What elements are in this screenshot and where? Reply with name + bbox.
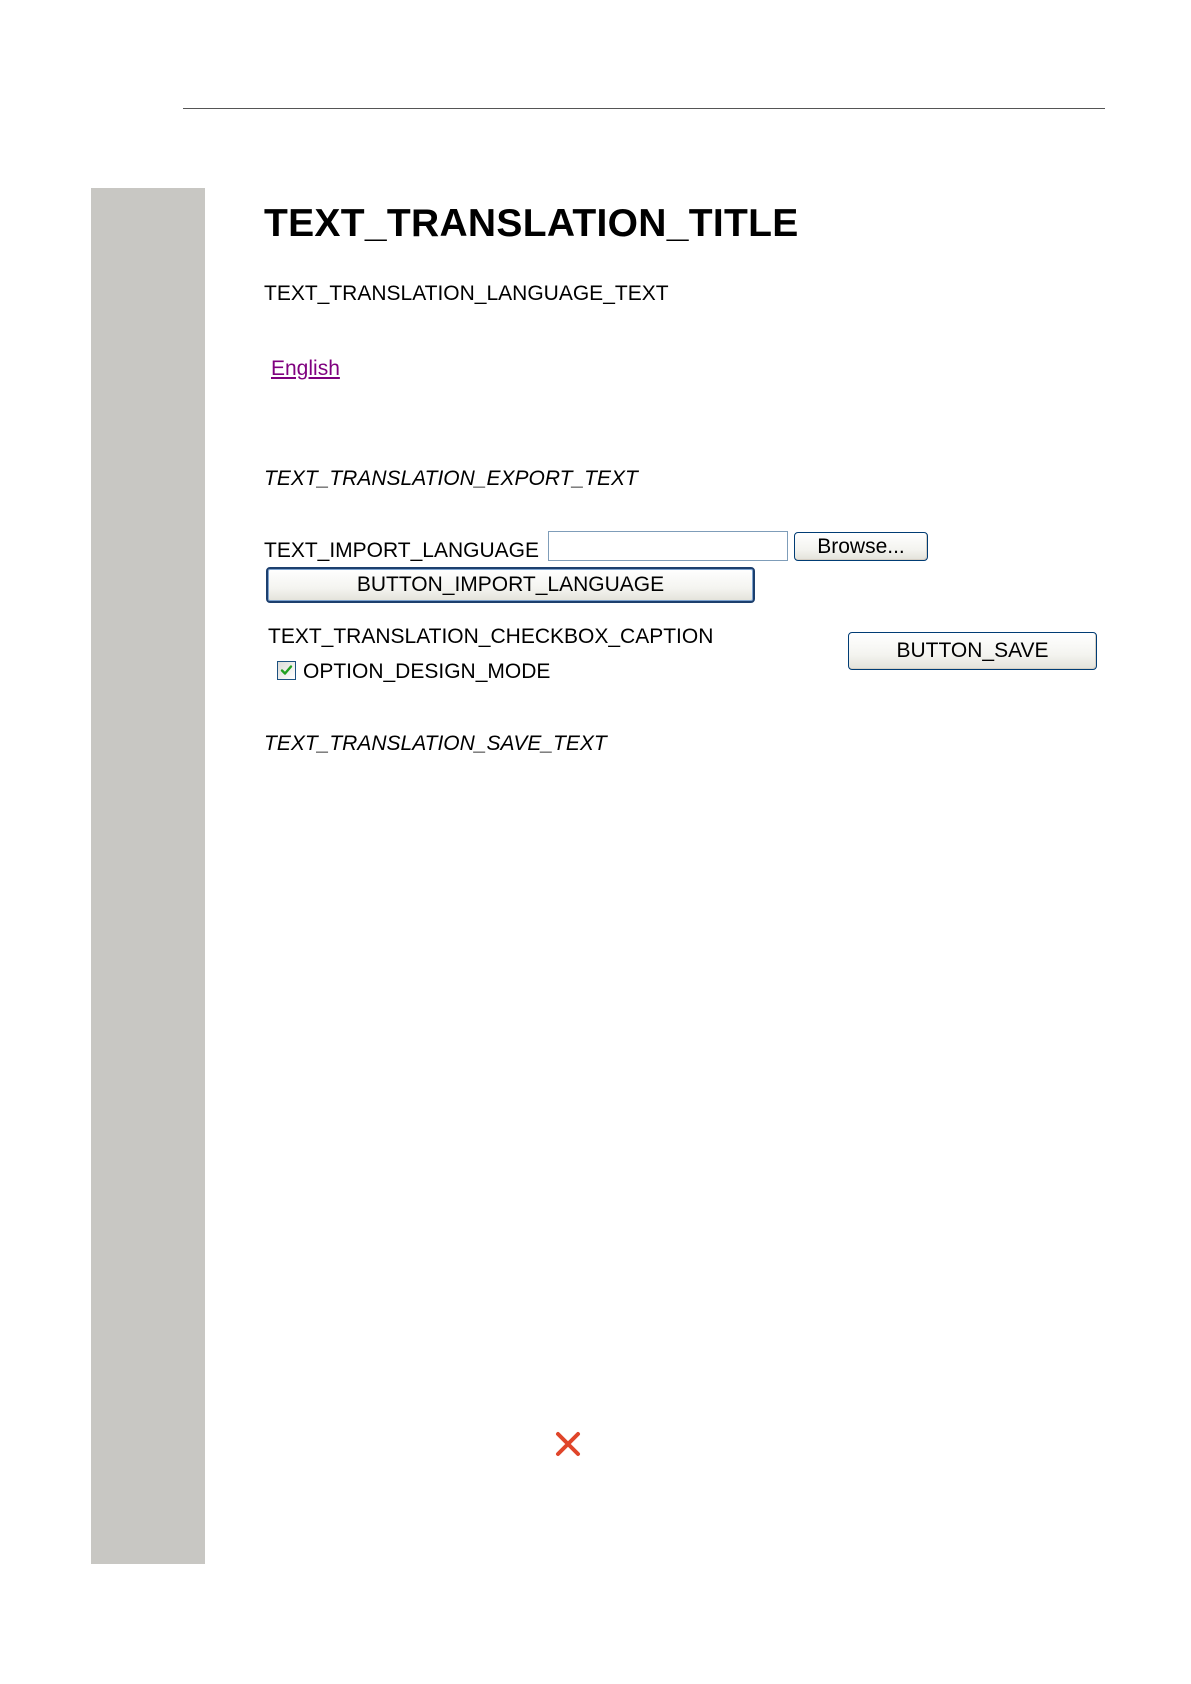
left-sidebar-bar bbox=[91, 188, 205, 1564]
import-language-label: TEXT_IMPORT_LANGUAGE bbox=[264, 539, 540, 562]
save-button[interactable]: BUTTON_SAVE bbox=[848, 632, 1097, 670]
checkbox-caption: TEXT_TRANSLATION_CHECKBOX_CAPTION bbox=[268, 625, 714, 648]
page-title: TEXT_TRANSLATION_TITLE bbox=[264, 202, 799, 245]
page: TEXT_TRANSLATION_TITLE TEXT_TRANSLATION_… bbox=[0, 0, 1191, 1684]
design-mode-checkbox[interactable] bbox=[277, 661, 296, 680]
language-text: TEXT_TRANSLATION_LANGUAGE_TEXT bbox=[264, 282, 669, 305]
export-text: TEXT_TRANSLATION_EXPORT_TEXT bbox=[264, 467, 638, 490]
import-language-button[interactable]: BUTTON_IMPORT_LANGUAGE bbox=[266, 567, 755, 603]
header-divider bbox=[183, 108, 1105, 109]
browse-button[interactable]: Browse... bbox=[794, 532, 928, 561]
close-icon[interactable] bbox=[554, 1430, 582, 1458]
import-file-input[interactable] bbox=[548, 531, 788, 561]
language-link-english[interactable]: English bbox=[271, 358, 340, 379]
checkmark-icon bbox=[280, 665, 293, 675]
save-text: TEXT_TRANSLATION_SAVE_TEXT bbox=[264, 732, 607, 755]
design-mode-label[interactable]: OPTION_DESIGN_MODE bbox=[303, 661, 550, 682]
